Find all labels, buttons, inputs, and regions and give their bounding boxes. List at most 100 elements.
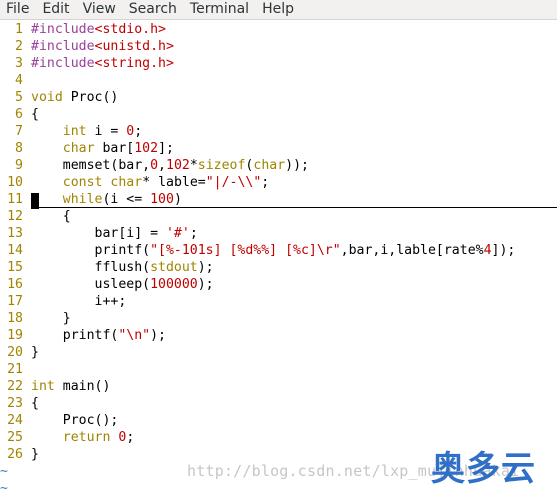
line-number: 23: [7, 396, 23, 411]
code-token: 100000: [150, 277, 198, 292]
line-number: 6: [15, 107, 23, 122]
cursorline-underline: [31, 207, 557, 208]
line-number: 15: [7, 260, 23, 275]
line-number: 26: [7, 447, 23, 462]
line-code: while(i <= 100): [31, 191, 182, 208]
watermark-logo: 奥多云: [431, 449, 536, 489]
menu-terminal[interactable]: Terminal: [184, 0, 256, 19]
line-number: 20: [7, 345, 23, 360]
code-token: 100: [150, 192, 174, 207]
line-code: i++;: [31, 293, 127, 310]
code-token: int: [31, 379, 55, 394]
code-line[interactable]: 22 int main(): [0, 378, 557, 395]
menu-bar: File Edit View Search Terminal Help: [0, 0, 557, 20]
code-line[interactable]: 9 memset(bar,0,102*sizeof(char));: [0, 157, 557, 174]
code-line[interactable]: 3 #include<string.h>: [0, 55, 557, 72]
code-line[interactable]: 1 #include<stdio.h>: [0, 21, 557, 38]
code-token: "|/-\\": [205, 175, 262, 190]
menu-file[interactable]: File: [0, 0, 36, 19]
line-code: char bar[102];: [31, 140, 174, 157]
line-code: #include<string.h>: [31, 55, 174, 72]
line-code: #include<stdio.h>: [31, 21, 166, 38]
code-token: return: [62, 430, 111, 445]
code-token: ;: [261, 175, 270, 190]
line-code: int i = 0;: [31, 123, 142, 140]
code-token: bar[: [94, 141, 135, 156]
line-number: 17: [7, 294, 23, 309]
code-token: printf(: [31, 243, 151, 258]
line-code: }: [31, 310, 71, 327]
menu-view[interactable]: View: [77, 0, 123, 19]
code-line[interactable]: 4: [0, 72, 557, 89]
code-token: * lable=: [142, 175, 206, 190]
line-number: 13: [7, 226, 23, 241]
code-line[interactable]: 15 fflush(stdout);: [0, 259, 557, 276]
line-number: 8: [15, 141, 23, 156]
code-line[interactable]: 5 void Proc(): [0, 89, 557, 106]
line-number: 25: [7, 430, 23, 445]
code-line[interactable]: 2 #include<unistd.h>: [0, 38, 557, 55]
code-line[interactable]: 13 bar[i] = '#';: [0, 225, 557, 242]
line-number: 1: [15, 22, 23, 37]
code-token: 4: [483, 243, 492, 258]
code-token: (i <=: [102, 192, 151, 207]
line-code: usleep(100000);: [31, 276, 214, 293]
code-token: }: [31, 345, 39, 360]
code-token: <stdio.h>: [94, 22, 166, 37]
code-token: );: [197, 277, 214, 292]
code-line[interactable]: 23 {: [0, 395, 557, 412]
line-code: bar[i] = '#';: [31, 225, 198, 242]
menu-edit[interactable]: Edit: [36, 0, 76, 19]
code-token: memset(bar,: [31, 158, 151, 173]
line-number: 19: [7, 328, 23, 343]
code-line[interactable]: 24 Proc();: [0, 412, 557, 429]
code-line[interactable]: 17 i++;: [0, 293, 557, 310]
code-line[interactable]: 11 while(i <= 100): [0, 191, 557, 208]
code-token: sizeof: [197, 158, 246, 173]
code-token: {: [31, 209, 71, 224]
line-code: }: [31, 344, 39, 361]
code-line[interactable]: 6{: [0, 106, 557, 123]
code-token: char: [110, 175, 143, 190]
code-token: main(): [54, 379, 111, 394]
line-code: return 0;: [31, 429, 135, 446]
code-token: "\n": [118, 328, 151, 343]
code-token: ];: [158, 141, 174, 156]
line-number: 3: [15, 56, 23, 71]
code-line[interactable]: 14 printf("[%-101s] [%d%%] [%c]\r",bar,i…: [0, 242, 557, 259]
code-token: "[%-101s] [%d%%] [%c]\r": [150, 243, 341, 258]
code-line[interactable]: 7 int i = 0;: [0, 123, 557, 140]
code-token: '#': [165, 226, 190, 241]
vim-editor[interactable]: 1 #include<stdio.h> 2 #include<unistd.h> 3 #i…: [0, 21, 557, 495]
line-number: 18: [7, 311, 23, 326]
line-number: 22: [7, 379, 23, 394]
code-token: );: [150, 328, 166, 343]
code-line[interactable]: 12 {: [0, 208, 557, 225]
menu-search[interactable]: Search: [123, 0, 184, 19]
code-line[interactable]: 16 usleep(100000);: [0, 276, 557, 293]
code-token: }: [31, 447, 39, 462]
line-number: 11: [7, 192, 23, 207]
code-token: #include: [31, 56, 95, 71]
code-line[interactable]: 10 const char* lable="|/-\\";: [0, 174, 557, 191]
line-code: Proc();: [31, 412, 119, 429]
code-line[interactable]: 18 }: [0, 310, 557, 327]
code-token: 102: [134, 141, 159, 156]
menu-help[interactable]: Help: [256, 0, 301, 19]
code-line[interactable]: 19 printf("\n");: [0, 327, 557, 344]
code-token: <string.h>: [94, 56, 174, 71]
code-token: void: [31, 90, 63, 105]
code-line[interactable]: 20}: [0, 344, 557, 361]
code-line[interactable]: 21: [0, 361, 557, 378]
line-number: 2: [15, 39, 23, 54]
code-line[interactable]: 8 char bar[102];: [0, 140, 557, 157]
code-token: Proc(): [62, 90, 119, 105]
code-token: #include: [31, 39, 95, 54]
line-number: 9: [15, 158, 23, 173]
line-code: {: [31, 106, 39, 123]
code-token: char: [253, 158, 286, 173]
code-token: ]);: [491, 243, 516, 258]
